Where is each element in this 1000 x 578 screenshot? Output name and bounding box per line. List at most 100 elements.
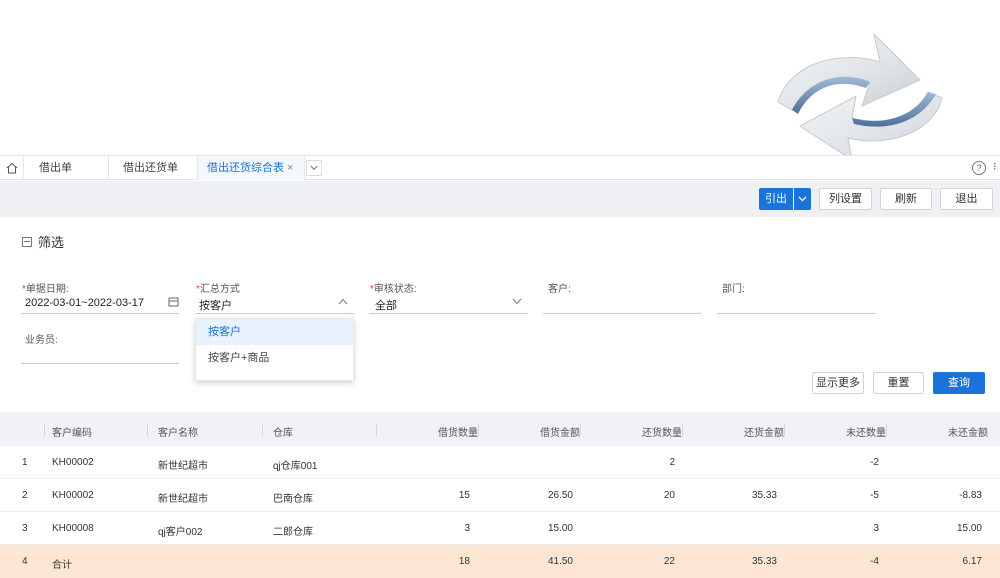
table-row[interactable]: 3 KH00008 qj客户002 二郎仓库 3 15.00 3 15.00 <box>0 512 1000 545</box>
filter-header[interactable]: 筛选 <box>22 232 64 251</box>
column-separator <box>44 424 45 436</box>
customer-code-cell: KH00008 <box>52 523 94 534</box>
summary-option-customer[interactable]: 按客户 <box>196 319 353 345</box>
column-settings-button[interactable]: 列设置 <box>819 188 872 210</box>
export-dropdown-button[interactable] <box>794 188 811 210</box>
collapse-icon[interactable] <box>22 236 32 247</box>
salesperson-label: 业务员: <box>25 335 58 346</box>
warehouse-cell: qj仓库001 <box>273 461 318 472</box>
query-button[interactable]: 查询 <box>933 372 985 394</box>
unreturned-amount-cell: 15.00 <box>956 523 982 534</box>
total-unreturned-amount: 6.17 <box>962 556 982 567</box>
table-header: 客户编码 客户名称 仓库 借货数量 借货金额 还货数量 还货金额 未还数量 未还… <box>0 412 1000 446</box>
unreturned-qty-cell: -2 <box>870 457 879 468</box>
department-label: 部门: <box>722 284 745 295</box>
total-borrow-qty: 18 <box>458 556 470 567</box>
help-icon[interactable]: ? <box>972 161 986 175</box>
borrow-qty-cell: 3 <box>464 523 470 534</box>
column-separator <box>478 424 479 436</box>
row-index: 4 <box>22 556 28 567</box>
customer-underline <box>543 313 701 314</box>
customer-name-cell: 新世纪超市 <box>158 494 208 505</box>
column-separator <box>147 424 148 436</box>
reset-button[interactable]: 重置 <box>873 372 924 394</box>
row-index: 3 <box>22 523 28 534</box>
borrow-qty-cell: 15 <box>458 490 470 501</box>
column-separator <box>262 424 263 436</box>
chevron-down-icon[interactable] <box>512 298 522 305</box>
total-return-qty: 22 <box>663 556 675 567</box>
export-button[interactable]: 引出 <box>759 188 793 210</box>
show-more-button[interactable]: 显示更多 <box>812 372 864 394</box>
chevron-down-icon <box>310 165 318 171</box>
warehouse-cell: 二郎仓库 <box>273 527 313 538</box>
audit-label: *审核状态: <box>370 284 417 295</box>
calendar-icon[interactable] <box>168 296 179 307</box>
summary-underline <box>195 313 354 314</box>
borrow-amount-cell: 15.00 <box>547 523 573 534</box>
tab-borrow-return-order[interactable]: 借出还货单 <box>109 156 198 180</box>
table-row[interactable]: 2 KH00002 新世纪超市 巴南仓库 15 26.50 20 35.33 -… <box>0 479 1000 512</box>
tab-label: 借出还货综合表 <box>207 162 284 174</box>
summary-table: 客户编码 客户名称 仓库 借货数量 借货金额 还货数量 还货金额 未还数量 未还… <box>0 412 1000 578</box>
close-icon[interactable]: × <box>287 156 293 180</box>
column-header[interactable]: 未还数量 <box>846 424 886 439</box>
tab-bar: 借出单 借出还货单 借出还货综合表 × ? ⁝ <box>0 155 1000 180</box>
borrow-amount-cell: 26.50 <box>547 490 573 501</box>
column-header[interactable]: 客户编码 <box>52 424 92 439</box>
column-header[interactable]: 仓库 <box>273 424 293 439</box>
salesperson-underline <box>21 363 179 364</box>
total-return-amount: 35.33 <box>751 556 777 567</box>
expand-icon[interactable]: ⁝ <box>993 160 997 173</box>
summary-dropdown-menu: 按客户 按客户+商品 <box>195 318 354 381</box>
return-amount-cell: 35.33 <box>751 490 777 501</box>
home-tab[interactable] <box>0 156 24 180</box>
summary-option-customer-product[interactable]: 按客户+商品 <box>196 345 353 371</box>
unreturned-amount-cell: -8.83 <box>959 490 982 501</box>
row-index: 1 <box>22 457 28 468</box>
audit-underline <box>369 313 528 314</box>
column-separator <box>682 424 683 436</box>
exit-button[interactable]: 退出 <box>940 188 993 210</box>
chevron-down-icon <box>798 196 807 202</box>
column-header[interactable]: 借货金额 <box>540 424 580 439</box>
column-separator <box>376 424 377 436</box>
total-unreturned-qty: -4 <box>870 556 879 567</box>
column-separator <box>784 424 785 436</box>
warehouse-cell: 巴南仓库 <box>273 494 313 505</box>
unreturned-qty-cell: 3 <box>873 523 879 534</box>
tab-label: 借出单 <box>39 162 72 174</box>
customer-name-cell: qj客户002 <box>158 527 203 538</box>
row-index: 2 <box>22 490 28 501</box>
total-label: 合计 <box>52 560 72 571</box>
date-label: *单据日期: <box>22 284 69 295</box>
date-underline <box>21 313 179 314</box>
table-row[interactable]: 1 KH00002 新世纪超市 qj仓库001 2 -2 <box>0 446 1000 479</box>
tab-label: 借出还货单 <box>123 162 178 174</box>
summary-label: *汇总方式 <box>196 284 240 295</box>
column-header[interactable]: 还货数量 <box>642 424 682 439</box>
tab-more-button[interactable] <box>306 160 322 176</box>
department-underline <box>717 313 876 314</box>
customer-code-cell: KH00002 <box>52 457 94 468</box>
export-split-button: 引出 <box>759 188 811 210</box>
summary-select[interactable]: 按客户 <box>199 297 232 313</box>
return-qty-cell: 20 <box>663 490 675 501</box>
total-borrow-amount: 41.50 <box>547 556 573 567</box>
column-header[interactable]: 客户名称 <box>158 424 198 439</box>
home-icon <box>6 162 17 174</box>
column-header[interactable]: 未还金额 <box>948 424 988 439</box>
column-separator <box>886 424 887 436</box>
filter-title: 筛选 <box>38 235 65 250</box>
total-row[interactable]: 4 合计 18 41.50 22 35.33 -4 6.17 <box>0 545 1000 578</box>
customer-label: 客户: <box>548 284 571 295</box>
column-header[interactable]: 还货金额 <box>744 424 784 439</box>
audit-status-select[interactable]: 全部 <box>375 297 397 313</box>
date-range-input[interactable]: 2022-03-01~2022-03-17 <box>25 297 144 309</box>
refresh-arrows-icon <box>777 32 943 160</box>
chevron-up-icon[interactable] <box>338 298 348 305</box>
return-qty-cell: 2 <box>669 457 675 468</box>
refresh-button[interactable]: 刷新 <box>880 188 932 210</box>
column-header[interactable]: 借货数量 <box>438 424 478 439</box>
tab-borrow-order[interactable]: 借出单 <box>25 156 109 180</box>
